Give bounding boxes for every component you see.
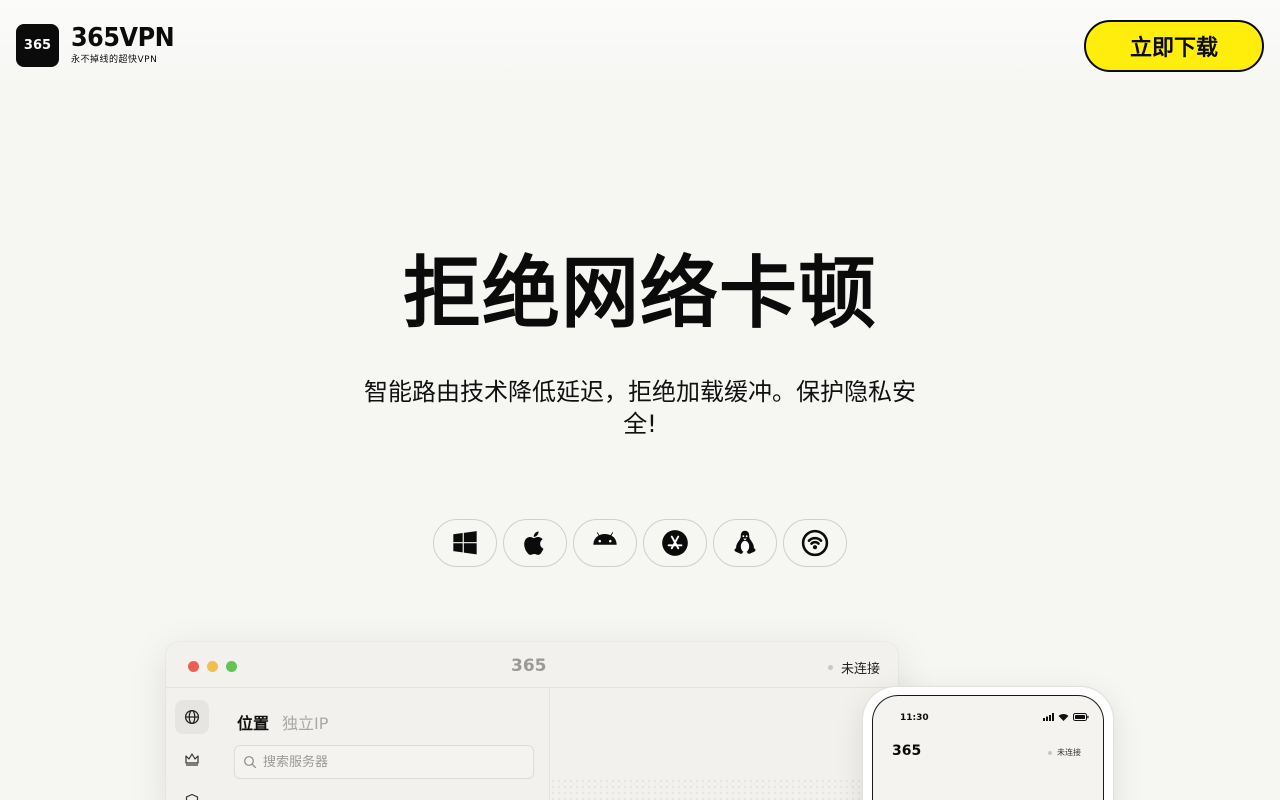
hero-subtitle: 智能路由技术降低延迟，拒绝加载缓冲。保护隐私安全!	[364, 378, 916, 438]
app-store-icon	[662, 530, 688, 556]
logo-text: 365VPN 永不掉线的超快VPN	[71, 25, 183, 66]
platform-app-store-button[interactable]	[643, 519, 707, 567]
app-sidebar	[166, 688, 218, 800]
window-titlebar: 365 未连接	[166, 642, 898, 688]
window-maximize-button[interactable]	[226, 661, 237, 672]
platform-apple-button[interactable]	[503, 519, 567, 567]
phone-status-bar	[1043, 713, 1089, 721]
globe-icon	[184, 709, 200, 725]
phone-screen: 11:30 365 未连接	[872, 695, 1104, 800]
site-header: 365 365VPN 永不掉线的超快VPN 立即下载	[0, 0, 1280, 92]
shield-icon	[185, 793, 199, 800]
connection-status-label: 未连接	[840, 662, 880, 677]
phone-status-dot	[1048, 750, 1052, 755]
router-icon	[801, 529, 829, 557]
tab-dedicated-ip[interactable]: 独立IP	[282, 710, 328, 734]
status-dot	[827, 665, 833, 670]
linux-icon	[734, 530, 756, 554]
window-minimize-button[interactable]	[207, 661, 218, 672]
sidebar-item-premium[interactable]	[175, 742, 209, 776]
platform-windows-button[interactable]	[433, 519, 497, 567]
phone-connection-status: 未连接	[1048, 747, 1081, 758]
app-logo: 365	[511, 656, 547, 676]
tab-location[interactable]: 位置	[237, 710, 269, 734]
hero-title: 拒绝网络卡顿	[402, 249, 877, 339]
platform-android-button[interactable]	[573, 519, 637, 567]
crown-icon	[185, 753, 199, 766]
brand-name: 365VPN	[71, 23, 175, 53]
wifi-icon	[1058, 713, 1069, 721]
signal-icon	[1043, 713, 1054, 721]
logo-mark: 365	[16, 24, 59, 67]
platform-linux-button[interactable]	[713, 519, 777, 567]
apple-icon	[524, 531, 544, 555]
phone-app-preview: 11:30 365 未连接	[862, 686, 1114, 800]
window-close-button[interactable]	[188, 661, 199, 672]
server-map	[550, 688, 898, 800]
brand-slogan: 永不掉线的超快VPN	[71, 55, 158, 65]
windows-icon	[453, 531, 477, 555]
phone-connection-status-label: 未连接	[1057, 748, 1081, 757]
connection-status: 未连接	[827, 658, 880, 677]
desktop-app-preview: 365 未连接 位置 独立IP	[166, 642, 898, 800]
phone-app-logo: 365	[892, 743, 922, 759]
android-icon	[593, 532, 617, 545]
search-icon	[244, 756, 257, 769]
sidebar-item-security[interactable]	[175, 784, 209, 800]
brand-logo[interactable]: 365 365VPN 永不掉线的超快VPN	[16, 24, 183, 67]
platform-router-button[interactable]	[783, 519, 847, 567]
battery-icon	[1073, 713, 1089, 721]
download-button[interactable]: 立即下载	[1084, 20, 1264, 72]
server-search-input[interactable]	[263, 754, 523, 770]
platform-list	[433, 519, 847, 567]
location-panel: 位置 独立IP	[218, 688, 550, 800]
server-search[interactable]	[234, 745, 534, 779]
sidebar-item-location[interactable]	[175, 700, 209, 734]
phone-time: 11:30	[900, 713, 929, 723]
